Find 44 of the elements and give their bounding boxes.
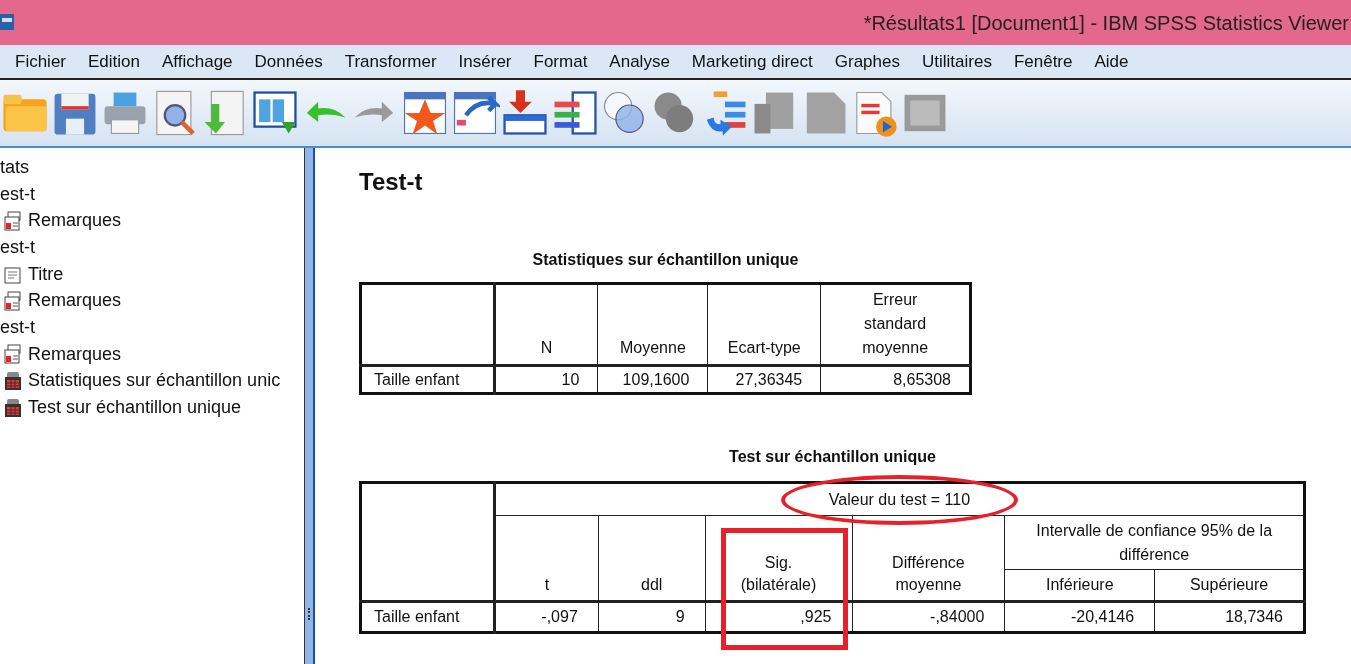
column-header: Valeur du test = 110 xyxy=(828,490,971,508)
menu-item[interactable]: Insérer xyxy=(447,48,523,75)
outline-item[interactable]: est-t xyxy=(0,180,35,208)
menu-item[interactable]: Marketing direct xyxy=(680,48,824,75)
column-header: Inférieure xyxy=(1004,569,1155,602)
column-header: Différence moyenne xyxy=(852,515,1005,602)
table-title: Statistiques sur échantillon unique xyxy=(531,250,800,270)
note-icon xyxy=(4,210,22,231)
column-header: ddl xyxy=(598,515,706,602)
menu-item[interactable]: Fenêtre xyxy=(1002,48,1084,75)
note-icon xyxy=(4,344,22,365)
table-icon xyxy=(4,370,22,391)
table-title: Test sur échantillon unique xyxy=(728,447,937,467)
menu-item[interactable]: Graphes xyxy=(823,48,911,75)
menu-item[interactable]: Transformer xyxy=(333,48,448,75)
outline-item[interactable]: est-t xyxy=(0,313,35,341)
column-header: Moyenne xyxy=(597,283,708,366)
menu-item[interactable]: Format xyxy=(522,48,599,75)
outline-item[interactable]: Remarques xyxy=(28,287,122,315)
menu-item[interactable]: Edition xyxy=(77,48,151,75)
table-icon xyxy=(4,397,22,418)
menu-item[interactable]: Aide xyxy=(1083,48,1140,75)
outline-item[interactable]: Remarques xyxy=(28,207,122,235)
column-header: t xyxy=(494,515,599,602)
outline-item[interactable]: est-t xyxy=(0,233,35,261)
menu-item[interactable]: Affichage xyxy=(151,48,244,75)
column-header: Ecart-type xyxy=(707,283,821,366)
menu-item[interactable]: Fichier xyxy=(4,48,77,75)
title-icon xyxy=(4,264,22,285)
column-header: N xyxy=(494,283,598,366)
note-icon xyxy=(4,290,22,311)
output-heading: Test-t xyxy=(359,167,424,197)
menu-item[interactable]: Analyse xyxy=(598,48,681,75)
outline-item[interactable]: Test sur échantillon unique xyxy=(28,394,242,422)
splitter[interactable] xyxy=(305,148,315,664)
outline-item[interactable]: Remarques xyxy=(28,340,122,368)
table-insert-icon[interactable] xyxy=(500,88,550,138)
menu-item[interactable]: Données xyxy=(243,48,334,75)
menu-item[interactable]: Utilitaires xyxy=(911,48,1003,75)
outline-item[interactable]: Titre xyxy=(28,260,64,288)
outline-item[interactable]: Statistiques sur échantillon unic xyxy=(28,367,281,395)
window-title: *Résultats1 [Document1] - IBM SPSS Statistics Viewer xyxy=(863,10,1349,36)
app-icon xyxy=(0,12,14,32)
outline-item[interactable]: tats xyxy=(0,153,29,181)
